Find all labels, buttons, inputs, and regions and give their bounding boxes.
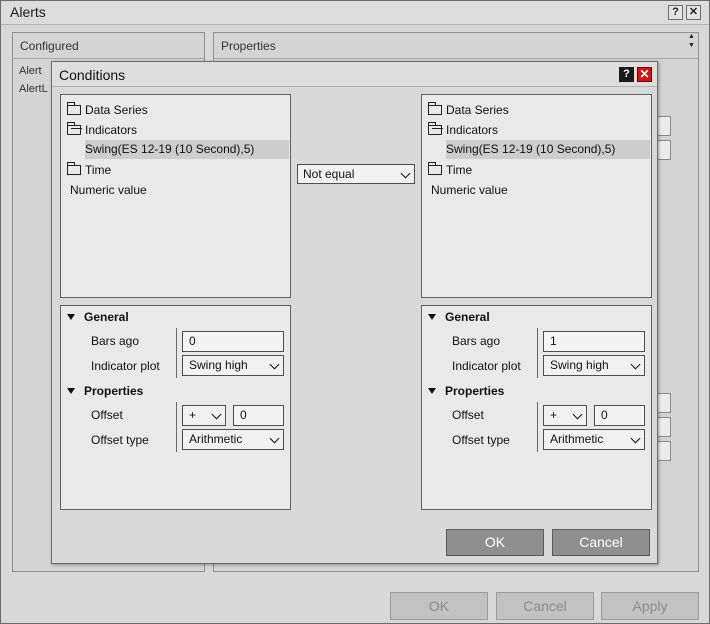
cancel-button[interactable]: Cancel <box>552 529 650 556</box>
background-dropdown-edge <box>657 417 671 437</box>
offset-value-input[interactable]: 0 <box>594 405 645 426</box>
offset-type-label: Offset type <box>91 433 149 447</box>
offset-type-label: Offset type <box>452 433 510 447</box>
operator-select[interactable]: Not equal <box>297 164 415 184</box>
section-general[interactable]: General <box>67 308 129 326</box>
offset-type-select[interactable]: Arithmetic <box>543 429 645 450</box>
properties-scroll-arrows[interactable]: ▲ ▼ <box>685 32 698 58</box>
alerts-help-button[interactable]: ? <box>668 5 683 20</box>
alerts-cancel-button[interactable]: Cancel <box>496 592 594 620</box>
folder-icon <box>428 162 442 175</box>
chevron-down-icon <box>269 433 280 444</box>
tree-item-time[interactable]: Time <box>67 161 289 180</box>
scroll-down-icon[interactable]: ▼ <box>685 41 698 50</box>
alerts-close-button[interactable]: ✕ <box>686 5 701 20</box>
conditions-titlebar: Conditions ? ✕ <box>52 62 657 87</box>
grid-divider <box>176 402 177 452</box>
chevron-down-icon <box>630 433 641 444</box>
conditions-dialog: Conditions ? ✕ Data Series Indicators Sw… <box>51 61 658 564</box>
bars-ago-label: Bars ago <box>91 334 140 348</box>
background-dropdown-edge <box>657 393 671 413</box>
left-input-tree: Data Series Indicators Swing(ES 12-19 (1… <box>60 94 291 298</box>
folder-icon <box>67 162 81 175</box>
section-general[interactable]: General <box>428 308 490 326</box>
left-properties-grid: General Bars ago 0 Indicator plot Swing … <box>60 305 291 510</box>
tree-item-indicators[interactable]: Indicators <box>428 121 650 140</box>
bars-ago-input[interactable]: 1 <box>543 331 645 352</box>
offset-type-select[interactable]: Arithmetic <box>182 429 284 450</box>
chevron-down-icon <box>400 168 411 179</box>
offset-value-input[interactable]: 0 <box>233 405 284 426</box>
bars-ago-label: Bars ago <box>452 334 501 348</box>
bars-ago-input[interactable]: 0 <box>182 331 284 352</box>
configured-list-item[interactable]: Alert <box>19 65 42 77</box>
chevron-down-icon <box>269 359 280 370</box>
collapse-triangle-icon <box>428 388 436 394</box>
tree-item-indicators[interactable]: Indicators <box>67 121 289 140</box>
right-input-tree: Data Series Indicators Swing(ES 12-19 (1… <box>421 94 652 298</box>
ok-button[interactable]: OK <box>446 529 544 556</box>
background-dropdown-edge <box>657 441 671 461</box>
indicator-plot-label: Indicator plot <box>91 359 160 373</box>
tree-item-numeric-value[interactable]: Numeric value <box>70 181 292 200</box>
folder-icon <box>67 102 81 115</box>
tree-item-numeric-value[interactable]: Numeric value <box>431 181 653 200</box>
tree-item-data-series[interactable]: Data Series <box>428 101 650 120</box>
tree-item-time[interactable]: Time <box>428 161 650 180</box>
section-properties[interactable]: Properties <box>67 382 143 400</box>
alerts-window-title: Alerts <box>10 4 46 20</box>
alerts-apply-button[interactable]: Apply <box>601 592 699 620</box>
folder-icon <box>428 102 442 115</box>
background-dropdown-edge <box>657 140 671 160</box>
background-field-edge <box>657 116 671 136</box>
indicator-plot-label: Indicator plot <box>452 359 521 373</box>
folder-open-icon <box>67 122 81 135</box>
grid-divider <box>537 402 538 452</box>
right-properties-grid: General Bars ago 1 Indicator plot Swing … <box>421 305 652 510</box>
indicator-plot-select[interactable]: Swing high <box>543 355 645 376</box>
offset-sign-select[interactable]: + <box>182 405 226 426</box>
operator-value: Not equal <box>303 167 355 181</box>
collapse-triangle-icon <box>67 314 75 320</box>
conditions-close-button[interactable]: ✕ <box>637 67 652 82</box>
conditions-title: Conditions <box>59 67 126 83</box>
scroll-up-icon[interactable]: ▲ <box>685 32 698 41</box>
alerts-ok-button[interactable]: OK <box>390 592 488 620</box>
offset-label: Offset <box>91 408 123 422</box>
chevron-down-icon <box>572 409 583 420</box>
collapse-triangle-icon <box>67 388 75 394</box>
offset-sign-select[interactable]: + <box>543 405 587 426</box>
tree-item-data-series[interactable]: Data Series <box>67 101 289 120</box>
tree-item-swing-indicator[interactable]: Swing(ES 12-19 (10 Second),5) <box>85 140 289 159</box>
grid-divider <box>537 328 538 378</box>
chevron-down-icon <box>211 409 222 420</box>
offset-label: Offset <box>452 408 484 422</box>
grid-divider <box>176 328 177 378</box>
properties-header: Properties <box>214 33 698 59</box>
configured-header: Configured <box>13 33 204 59</box>
indicator-plot-select[interactable]: Swing high <box>182 355 284 376</box>
configured-list-item[interactable]: AlertL <box>19 83 48 95</box>
chevron-down-icon <box>630 359 641 370</box>
tree-item-swing-indicator[interactable]: Swing(ES 12-19 (10 Second),5) <box>446 140 650 159</box>
alerts-titlebar: Alerts ? ✕ <box>1 1 709 25</box>
folder-open-icon <box>428 122 442 135</box>
collapse-triangle-icon <box>428 314 436 320</box>
conditions-help-button[interactable]: ? <box>619 67 634 82</box>
section-properties[interactable]: Properties <box>428 382 504 400</box>
